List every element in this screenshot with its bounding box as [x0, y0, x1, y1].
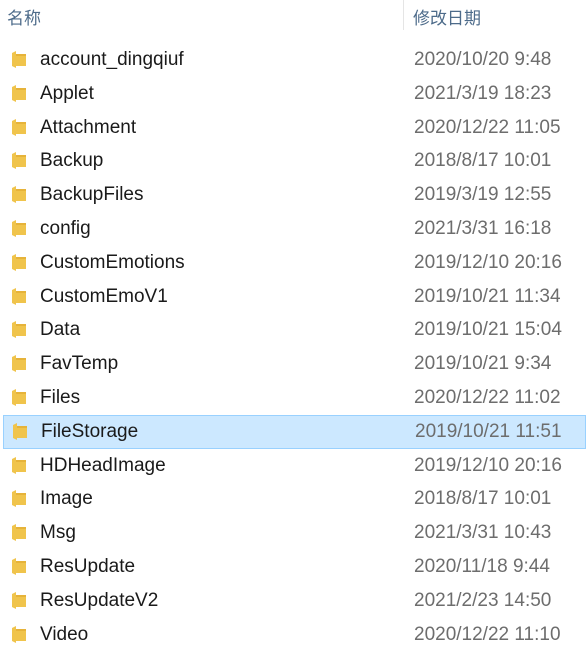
file-modified-date: 2019/12/10 20:16	[414, 454, 562, 476]
file-modified-date: 2020/12/22 11:05	[414, 116, 561, 138]
file-name: Image	[40, 488, 93, 510]
file-modified-date: 2021/3/31 10:43	[414, 522, 552, 544]
folder-icon	[11, 253, 27, 271]
file-name: Data	[40, 319, 81, 341]
folder-icon	[11, 625, 27, 643]
file-row[interactable]: Backup 2018/8/17 10:01	[0, 144, 586, 178]
file-modified-date: 2019/3/19 12:55	[414, 184, 552, 206]
file-row[interactable]: Image 2018/8/17 10:01	[0, 482, 586, 516]
file-row[interactable]: ResUpdate 2020/11/18 9:44	[0, 550, 586, 584]
file-modified-date: 2021/3/31 16:18	[414, 217, 552, 239]
file-name: BackupFiles	[40, 184, 144, 206]
column-divider[interactable]	[403, 0, 404, 30]
file-modified-date: 2018/8/17 10:01	[414, 488, 552, 510]
file-name: ResUpdate	[40, 555, 136, 577]
file-name: FileStorage	[41, 420, 139, 442]
file-row[interactable]: CustomEmotions 2019/12/10 20:16	[0, 246, 586, 280]
file-row[interactable]: Msg 2021/3/31 10:43	[0, 516, 586, 550]
folder-icon	[11, 490, 27, 508]
file-row[interactable]: Attachment 2020/12/22 11:05	[0, 111, 586, 145]
file-modified-date: 2021/3/19 18:23	[414, 82, 552, 104]
file-row[interactable]: FavTemp 2019/10/21 9:34	[0, 347, 586, 381]
file-name: Files	[40, 386, 81, 408]
folder-icon	[11, 321, 27, 339]
file-row[interactable]: Data 2019/10/21 15:04	[0, 313, 586, 347]
column-header-bar: 名称 修改日期	[0, 0, 586, 30]
file-name: Msg	[40, 522, 76, 544]
file-modified-date: 2020/10/20 9:48	[414, 49, 552, 70]
file-name: Backup	[40, 150, 104, 172]
file-modified-date: 2019/10/21 15:04	[414, 319, 562, 341]
file-name: Applet	[40, 82, 94, 104]
folder-icon	[11, 287, 27, 305]
file-row[interactable]: FileStorage 2019/10/21 11:51	[3, 414, 586, 449]
file-modified-date: 2018/8/17 10:01	[414, 150, 552, 172]
folder-icon	[11, 84, 27, 102]
column-header-name[interactable]: 名称	[7, 4, 41, 29]
file-row[interactable]: Video 2020/12/22 11:10	[0, 618, 586, 652]
folder-icon	[11, 51, 27, 68]
file-name: HDHeadImage	[40, 454, 166, 476]
file-modified-date: 2019/10/21 11:51	[415, 420, 562, 442]
folder-icon	[11, 591, 27, 609]
file-row[interactable]: account_dingqiuf 2020/10/20 9:48	[0, 43, 586, 77]
file-modified-date: 2020/12/22 11:10	[414, 623, 561, 645]
file-name: config	[40, 217, 91, 239]
file-name: CustomEmotions	[40, 251, 185, 273]
folder-icon	[11, 355, 27, 373]
folder-icon	[11, 219, 27, 237]
file-modified-date: 2020/12/22 11:02	[414, 386, 561, 408]
file-row[interactable]: Files 2020/12/22 11:02	[0, 381, 586, 415]
folder-icon	[11, 186, 27, 204]
file-modified-date: 2021/2/23 14:50	[414, 589, 552, 611]
file-name: FavTemp	[40, 353, 119, 375]
file-row[interactable]: BackupFiles 2019/3/19 12:55	[0, 178, 586, 212]
file-name: Attachment	[40, 116, 137, 138]
folder-icon	[11, 557, 27, 575]
file-row[interactable]: HDHeadImage 2019/12/10 20:16	[0, 449, 586, 483]
file-modified-date: 2019/10/21 11:34	[414, 285, 561, 307]
folder-icon	[11, 152, 27, 170]
folder-icon	[11, 388, 27, 406]
file-name: account_dingqiuf	[40, 49, 184, 70]
file-name: Video	[40, 623, 89, 645]
file-name: ResUpdateV2	[40, 589, 159, 611]
folder-icon	[12, 422, 28, 440]
file-row[interactable]: Applet 2021/3/19 18:23	[0, 77, 586, 111]
column-header-modified[interactable]: 修改日期	[413, 4, 481, 29]
file-row[interactable]: config 2021/3/31 16:18	[0, 212, 586, 246]
file-name: CustomEmoV1	[40, 285, 168, 307]
file-list: account_dingqiuf 2020/10/20 9:48 Applet 202…	[0, 43, 586, 651]
folder-icon	[11, 456, 27, 474]
folder-icon	[11, 118, 27, 136]
file-modified-date: 2019/12/10 20:16	[414, 251, 562, 273]
file-row[interactable]: CustomEmoV1 2019/10/21 11:34	[0, 280, 586, 314]
file-modified-date: 2019/10/21 9:34	[414, 353, 552, 375]
file-modified-date: 2020/11/18 9:44	[414, 555, 550, 577]
folder-icon	[11, 524, 27, 542]
file-row[interactable]: ResUpdateV2 2021/2/23 14:50	[0, 584, 586, 618]
